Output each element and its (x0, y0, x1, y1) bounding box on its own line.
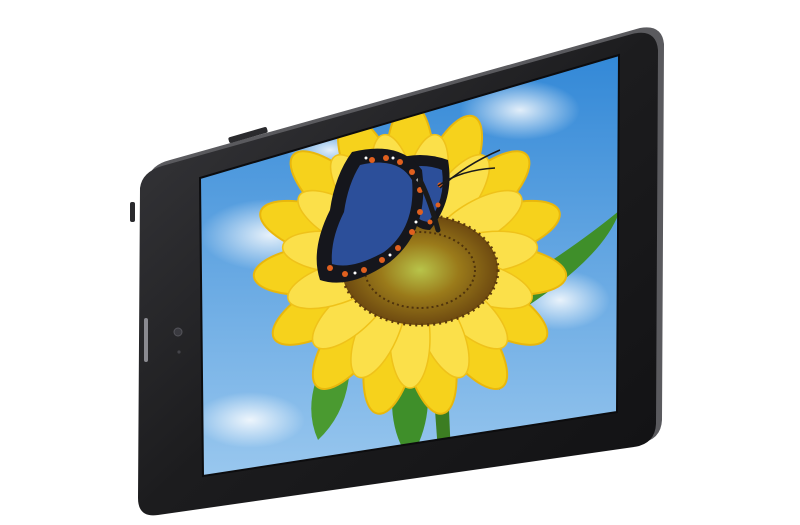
volume-button[interactable] (130, 202, 135, 222)
product-photo (0, 0, 800, 525)
front-camera (173, 327, 183, 337)
sensor (177, 350, 181, 354)
speaker-grille (144, 318, 148, 362)
tablet-scene (130, 27, 664, 516)
